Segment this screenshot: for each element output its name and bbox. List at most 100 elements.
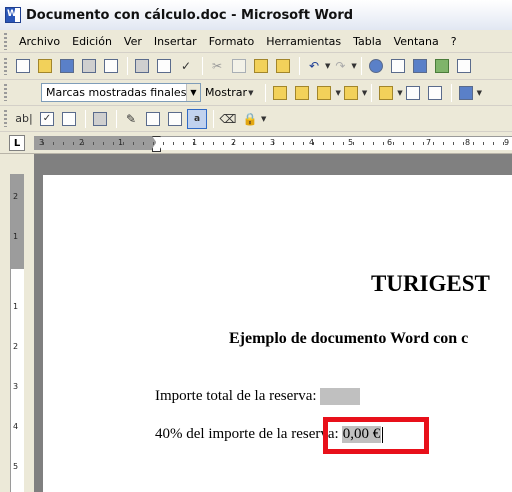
vertical-ruler-bar: 2 1 1 2 3 4 5 <box>0 154 34 492</box>
format-painter-icon[interactable] <box>273 56 293 76</box>
forms-toolbar: ab| ✓ ✎ a ⌫ 🔒 ▼ <box>0 106 512 132</box>
word-app-icon[interactable] <box>5 7 21 23</box>
redo-icon[interactable]: ↷ <box>330 56 350 76</box>
menu-help[interactable]: ? <box>445 33 463 50</box>
toolbar-grip[interactable] <box>4 32 7 50</box>
ruler-number: 4 <box>309 138 315 147</box>
reset-form-fields-icon[interactable]: ⌫ <box>218 109 238 129</box>
tables-borders-icon[interactable] <box>388 56 408 76</box>
toolbar-separator <box>371 83 373 102</box>
reviewing-toolbar: Marcas mostradas finales ▼ Mostrar ▼ ▼ ▼… <box>0 80 512 106</box>
form-field-shading-icon[interactable]: a <box>187 108 207 129</box>
save-icon[interactable] <box>57 56 77 76</box>
toolbar-separator <box>299 57 300 75</box>
toolbar-grip[interactable] <box>4 57 7 75</box>
document-subtitle: Ejemplo de documento Word con c <box>229 330 469 347</box>
draw-table-icon[interactable]: ✎ <box>121 109 141 129</box>
ruler-number: 1 <box>118 138 124 147</box>
menu-archivo[interactable]: Archivo <box>13 33 66 50</box>
menu-tabla[interactable]: Tabla <box>347 33 387 50</box>
ruler-number: 3 <box>13 382 19 391</box>
insert-frame-icon[interactable] <box>165 109 185 129</box>
ruler-number: 9 <box>504 138 510 147</box>
ruler-number: 2 <box>13 342 19 351</box>
ruler-number: 3 <box>270 138 276 147</box>
toolbar-grip[interactable] <box>4 84 7 101</box>
reviewing-pane-icon[interactable] <box>425 83 445 103</box>
toolbar-separator <box>127 57 128 75</box>
copy-icon[interactable] <box>229 56 249 76</box>
spelling-icon[interactable]: ✓ <box>176 56 196 76</box>
checkbox-form-field-icon[interactable]: ✓ <box>37 109 57 129</box>
menu-bar: Archivo Edición Ver Insertar Formato Her… <box>0 30 512 53</box>
menu-insertar[interactable]: Insertar <box>148 33 203 50</box>
ruler-number: 3 <box>39 138 45 147</box>
show-button[interactable]: Mostrar ▼ <box>205 86 253 99</box>
new-icon[interactable] <box>13 56 33 76</box>
ruler-number: 2 <box>13 192 19 201</box>
sort-icon[interactable] <box>456 83 476 103</box>
menu-formato[interactable]: Formato <box>203 33 261 50</box>
window-title: Documento con cálculo.doc - Microsoft Wo… <box>26 7 354 23</box>
menu-edicion[interactable]: Edición <box>66 33 118 50</box>
next-change-icon[interactable] <box>292 83 312 103</box>
previous-change-icon[interactable] <box>270 83 290 103</box>
ruler-number: 6 <box>387 138 393 147</box>
form-field-options-icon[interactable] <box>90 109 110 129</box>
horizontal-ruler-bar: L 3 2 1 1 2 3 4 5 6 7 8 9 <box>0 132 512 154</box>
vertical-ruler[interactable]: 2 1 1 2 3 4 5 <box>10 174 24 492</box>
insert-table-icon[interactable] <box>410 56 430 76</box>
chevron-down-icon[interactable]: ▼ <box>261 115 266 123</box>
insert-excel-icon[interactable] <box>432 56 452 76</box>
toolbar-separator <box>213 109 214 128</box>
ruler-number: 2 <box>231 138 237 147</box>
document-page[interactable]: TURIGEST Ejemplo de documento Word con c… <box>43 175 512 492</box>
chevron-down-icon[interactable]: ▼ <box>186 84 200 101</box>
tab-selector[interactable]: L <box>9 135 25 151</box>
total-amount-label: Importe total de la reserva: <box>155 388 317 404</box>
text-form-field-button[interactable]: ab| <box>13 109 35 129</box>
total-amount-field[interactable] <box>319 388 360 405</box>
paste-icon[interactable] <box>251 56 271 76</box>
display-for-review-value: Marcas mostradas finales <box>46 86 186 99</box>
deposit-amount-label: 40% del importe de la reserva: <box>155 426 339 442</box>
chevron-down-icon: ▼ <box>248 88 254 97</box>
cut-icon[interactable]: ✂ <box>207 56 227 76</box>
protect-form-icon[interactable]: 🔒 <box>240 109 260 129</box>
toolbar-separator <box>360 57 362 75</box>
email-icon[interactable] <box>101 56 121 76</box>
menu-ventana[interactable]: Ventana <box>388 33 445 50</box>
ruler-number: 8 <box>465 138 471 147</box>
standard-toolbar: ✓ ✂ ↶ ▼ ↷ ▼ <box>0 53 512 80</box>
document-title: TURIGEST <box>371 271 490 296</box>
reject-change-icon[interactable] <box>341 83 361 103</box>
horizontal-ruler[interactable]: 3 2 1 1 2 3 4 5 6 7 8 9 <box>34 136 512 152</box>
toolbar-separator <box>202 57 203 75</box>
print-icon[interactable] <box>132 56 152 76</box>
ruler-number: 1 <box>13 302 19 311</box>
track-changes-icon[interactable] <box>403 83 423 103</box>
chevron-down-icon[interactable]: ▼ <box>351 62 356 70</box>
dropdown-form-field-icon[interactable] <box>59 109 79 129</box>
undo-icon[interactable]: ↶ <box>304 56 324 76</box>
menu-ver[interactable]: Ver <box>118 33 148 50</box>
menu-herramientas[interactable]: Herramientas <box>260 33 347 50</box>
highlight-box <box>323 417 429 454</box>
print-preview-icon[interactable] <box>154 56 174 76</box>
ruler-number: 2 <box>79 138 85 147</box>
show-label: Mostrar <box>205 86 248 99</box>
toolbar-separator <box>450 83 452 102</box>
permission-icon[interactable] <box>79 56 99 76</box>
columns-icon[interactable] <box>454 56 474 76</box>
display-for-review-select[interactable]: Marcas mostradas finales ▼ <box>41 83 201 102</box>
new-comment-icon[interactable] <box>376 83 396 103</box>
toolbar-grip[interactable] <box>4 110 7 127</box>
accept-change-icon[interactable] <box>314 83 334 103</box>
insert-table-form-icon[interactable] <box>143 109 163 129</box>
chevron-down-icon[interactable]: ▼ <box>362 89 367 97</box>
open-icon[interactable] <box>35 56 55 76</box>
toolbar-separator <box>116 109 117 128</box>
chevron-down-icon[interactable]: ▼ <box>477 89 482 97</box>
ruler-number: 1 <box>192 138 198 147</box>
hyperlink-icon[interactable] <box>366 56 386 76</box>
